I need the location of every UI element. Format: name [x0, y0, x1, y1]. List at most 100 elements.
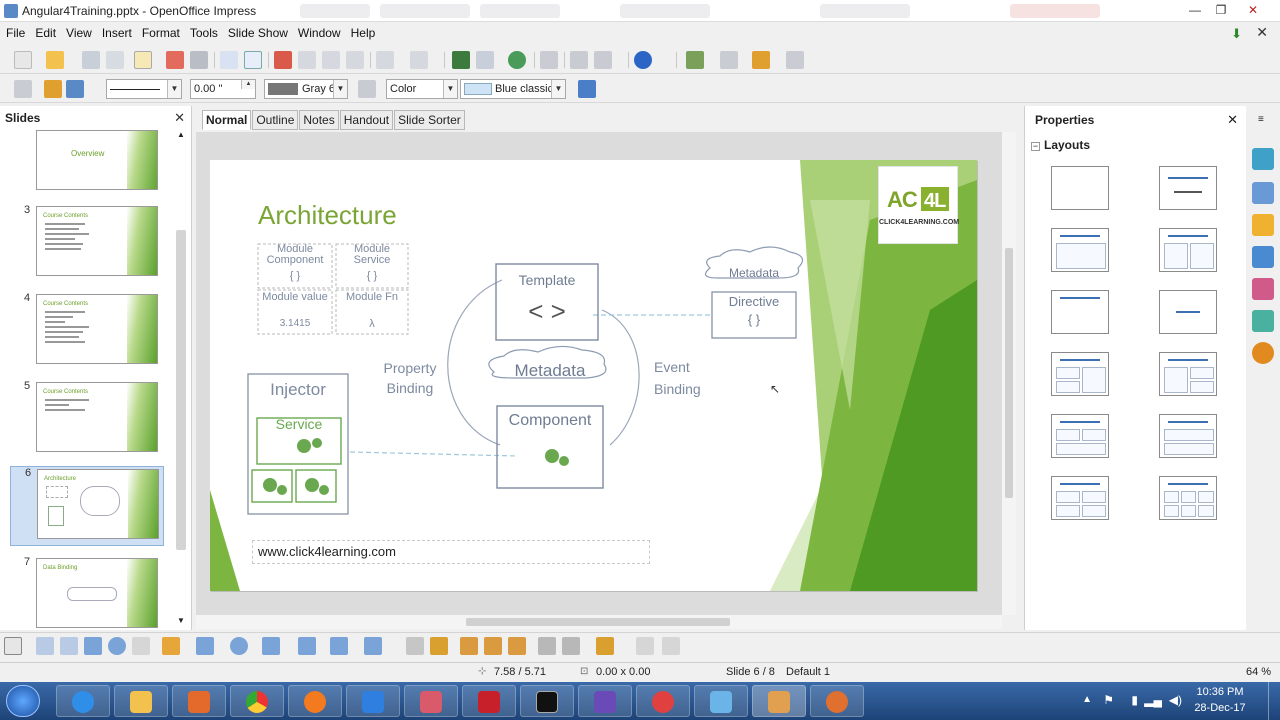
taskbar-tasks[interactable] [636, 685, 690, 717]
layout-title-centered[interactable] [1051, 290, 1109, 334]
layout-content-two-stack[interactable] [1159, 352, 1217, 396]
alignment-icon[interactable] [562, 637, 580, 655]
extrusion-icon[interactable] [636, 637, 654, 655]
basic-shapes-icon[interactable] [230, 637, 248, 655]
show-hidden-icons[interactable]: ▲ [1082, 694, 1092, 705]
taskbar-explorer[interactable] [114, 685, 168, 717]
tab-handout[interactable]: Handout [339, 110, 394, 130]
vertical-scroll-thumb[interactable] [1005, 248, 1013, 498]
layout-centered-text[interactable] [1159, 290, 1217, 334]
layout-title-content[interactable] [1051, 228, 1109, 272]
slide-thumb-selected[interactable]: 6 Architecture [10, 466, 164, 546]
line-icon[interactable] [36, 637, 54, 655]
menu-edit[interactable]: Edit [31, 22, 60, 44]
layout-title-two-rows[interactable] [1159, 414, 1217, 458]
callouts-icon[interactable] [330, 637, 348, 655]
chart-icon[interactable] [452, 51, 470, 69]
properties-deck-icon[interactable] [1252, 148, 1274, 170]
line-arrow-icon[interactable] [60, 637, 78, 655]
presentation-icon[interactable] [786, 51, 804, 69]
arrow-ends-icon[interactable] [66, 80, 84, 98]
email-icon[interactable] [106, 51, 124, 69]
menu-insert[interactable]: Insert [98, 22, 136, 44]
layout-two-content-stack[interactable] [1051, 352, 1109, 396]
close-properties-icon[interactable]: ✕ [1227, 106, 1238, 134]
points-icon[interactable] [406, 637, 424, 655]
menu-slide-show[interactable]: Slide Show [224, 22, 292, 44]
taskbar-notes[interactable] [694, 685, 748, 717]
taskbar-vs[interactable] [578, 685, 632, 717]
close-document-icon[interactable]: ✕ [1256, 24, 1268, 41]
taskbar-impress[interactable] [752, 685, 806, 717]
taskbar-kaspersky[interactable] [462, 685, 516, 717]
slide-thumb[interactable]: 5 Course Contents [0, 380, 170, 466]
horizontal-scroll-thumb[interactable] [466, 618, 730, 626]
menu-file[interactable]: File [2, 22, 29, 44]
spellcheck-icon[interactable] [220, 51, 238, 69]
layout-title-two-content[interactable] [1159, 228, 1217, 272]
taskbar-cmd[interactable] [520, 685, 574, 717]
export-pdf-icon[interactable] [166, 51, 184, 69]
select-arrow-icon[interactable] [4, 637, 22, 655]
start-button[interactable] [6, 685, 40, 717]
flag-icon[interactable]: ⚑ [1103, 693, 1114, 707]
area-style-select[interactable]: Color ▼ [386, 79, 458, 99]
navigator-icon[interactable] [508, 51, 526, 69]
taskbar-snipping[interactable] [404, 685, 458, 717]
layout-title-only[interactable] [1159, 166, 1217, 210]
line-style-select[interactable]: ▼ [106, 79, 182, 99]
tab-notes[interactable]: Notes [299, 110, 339, 130]
slide-thumb[interactable]: 7 Data Binding [0, 556, 170, 642]
show-desktop-button[interactable] [1268, 682, 1280, 720]
glue-points-icon[interactable] [430, 637, 448, 655]
delete-slide-icon[interactable] [752, 51, 770, 69]
line-color-select[interactable]: Gray 6 ▼ [264, 79, 348, 99]
rotate-icon[interactable] [538, 637, 556, 655]
open-folder-icon[interactable] [46, 51, 64, 69]
navigator-deck-icon[interactable] [1252, 342, 1274, 364]
slide-transition-icon[interactable] [1252, 246, 1274, 268]
tab-slide-sorter[interactable]: Slide Sorter [394, 110, 465, 130]
taskbar-media[interactable] [172, 685, 226, 717]
area-icon[interactable] [358, 80, 376, 98]
rectangle-icon[interactable] [84, 637, 102, 655]
clock-date[interactable]: 28-Dec-17 [1192, 702, 1248, 714]
arrow-style-icon[interactable] [44, 80, 62, 98]
slides-scrollbar[interactable]: ▲ ▼ [174, 130, 188, 630]
slide[interactable]: AC 4L CLICK4LEARNING.COM Architecture ↖ … [210, 160, 977, 591]
slide-thumb[interactable]: Overview [0, 130, 170, 192]
cut-icon[interactable] [274, 51, 292, 69]
layout-two-top-one-bottom[interactable] [1051, 414, 1109, 458]
shadow-icon[interactable] [578, 80, 596, 98]
paste-icon[interactable] [322, 51, 340, 69]
new-document-icon[interactable] [14, 51, 32, 69]
update-download-icon[interactable]: ⬇ [1231, 26, 1242, 42]
undo-icon[interactable] [376, 51, 394, 69]
taskbar-firefox[interactable] [288, 685, 342, 717]
clone-format-icon[interactable] [346, 51, 364, 69]
menu-tools[interactable]: Tools [186, 22, 222, 44]
zoom-level[interactable]: 64 % [1246, 666, 1271, 678]
stars-icon[interactable] [364, 637, 382, 655]
network-icon[interactable]: ▂▄ [1144, 693, 1162, 707]
clock-time[interactable]: 10:36 PM [1192, 686, 1248, 698]
document-horizontal-scrollbar[interactable] [196, 615, 1002, 629]
autospellcheck-icon[interactable] [244, 51, 262, 69]
line-tool-icon[interactable] [14, 80, 32, 98]
grid-icon[interactable] [540, 51, 558, 69]
redo-icon[interactable] [410, 51, 428, 69]
footer-url-textbox[interactable]: www.click4learning.com [252, 540, 650, 564]
ellipse-icon[interactable] [108, 637, 126, 655]
area-fill-select[interactable]: Blue classic ▼ [460, 79, 566, 99]
menu-window[interactable]: Window [294, 22, 345, 44]
close-panel-icon[interactable]: ✕ [174, 106, 185, 130]
slides-scroll-thumb[interactable] [176, 230, 186, 550]
from-file-icon[interactable] [484, 637, 502, 655]
layout-six-content[interactable] [1159, 476, 1217, 520]
styles-icon[interactable] [1252, 278, 1274, 300]
edit-file-icon[interactable] [134, 51, 152, 69]
line-width-field[interactable]: 0.00 " ▲ [190, 79, 256, 99]
save-icon[interactable] [82, 51, 100, 69]
flowchart-icon[interactable] [298, 637, 316, 655]
zoom-icon[interactable] [594, 51, 612, 69]
